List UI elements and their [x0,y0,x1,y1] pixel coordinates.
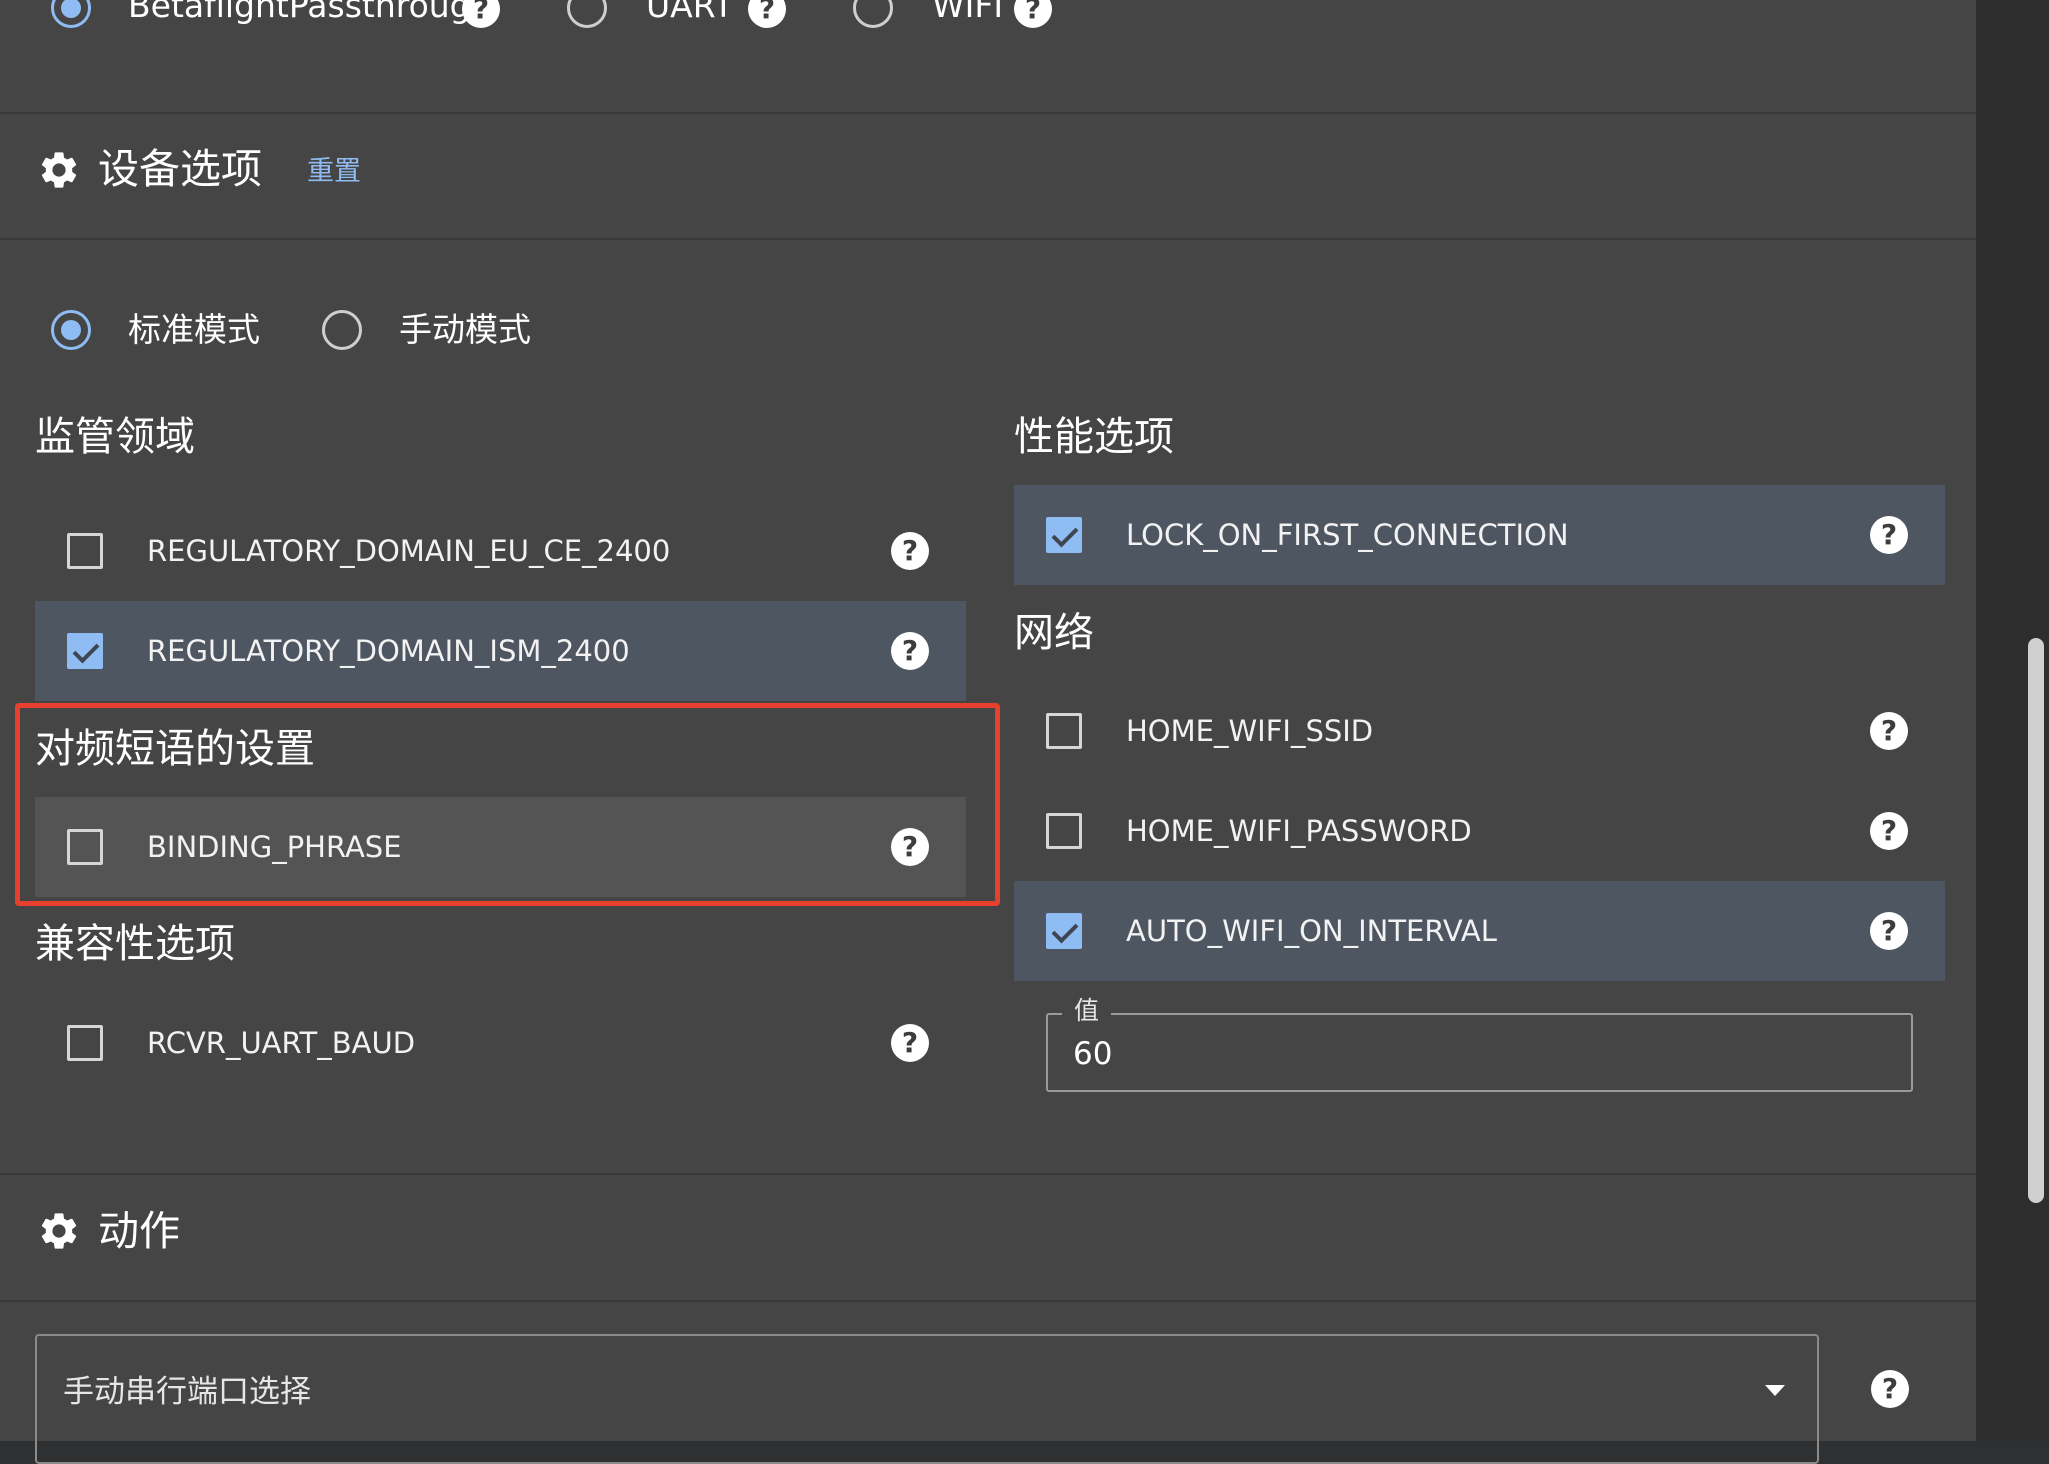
radio-uart[interactable] [567,0,607,28]
checkbox-eu-ce-2400[interactable] [67,533,103,569]
actions-title: 动作 [98,1207,180,1255]
option-label: REGULATORY_DOMAIN_ISM_2400 [147,634,630,668]
option-label: AUTO_WIFI_ON_INTERVAL [1126,914,1497,948]
radio-standard-mode[interactable] [51,310,91,350]
radio-betaflight-passthrough-label: BetaflightPassthrough [128,0,492,25]
option-row-rcvr-uart-baud[interactable]: RCVR_UART_BAUD ? [35,993,966,1093]
option-row-ism-2400[interactable]: REGULATORY_DOMAIN_ISM_2400 ? [35,601,966,701]
help-icon[interactable]: ? [1870,516,1908,554]
gear-icon [41,152,77,188]
radio-manual-mode[interactable] [322,310,362,350]
option-label: RCVR_UART_BAUD [147,1026,416,1060]
divider [0,1173,1976,1175]
help-icon[interactable]: ? [1014,0,1052,28]
help-icon[interactable]: ? [1870,712,1908,750]
option-row-eu-ce-2400[interactable]: REGULATORY_DOMAIN_EU_CE_2400 ? [35,501,966,601]
device-options-title: 设备选项 [98,145,262,193]
divider [0,1300,1976,1302]
highlight-box [15,703,1000,906]
help-icon[interactable]: ? [748,0,786,28]
reset-link[interactable]: 重置 [307,155,361,189]
radio-betaflight-passthrough[interactable] [51,0,91,28]
option-row-home-wifi-password[interactable]: HOME_WIFI_PASSWORD ? [1014,781,1945,881]
compatibility-title: 兼容性选项 [35,921,235,967]
option-row-lock-on-first-connection[interactable]: LOCK_ON_FIRST_CONNECTION ? [1014,485,1945,585]
checkbox-rcvr-uart-baud[interactable] [67,1025,103,1061]
value-input-label: 值 [1062,995,1112,1027]
radio-wifi-label: WIFI [932,0,1004,25]
checkbox-auto-wifi-on-interval[interactable] [1046,913,1082,949]
chevron-down-icon[interactable] [1765,1385,1785,1396]
help-icon[interactable]: ? [891,1024,929,1062]
help-icon[interactable]: ? [1871,1370,1909,1408]
option-label: REGULATORY_DOMAIN_EU_CE_2400 [147,534,671,568]
value-input-value: 60 [1073,1036,1113,1072]
radio-manual-mode-label: 手动模式 [399,310,531,349]
radio-uart-label: UART [646,0,734,25]
help-icon[interactable]: ? [1870,912,1908,950]
option-row-auto-wifi-on-interval[interactable]: AUTO_WIFI_ON_INTERVAL ? [1014,881,1945,981]
option-label: HOME_WIFI_SSID [1126,714,1374,748]
option-row-home-wifi-ssid[interactable]: HOME_WIFI_SSID ? [1014,681,1945,781]
help-icon[interactable]: ? [891,532,929,570]
checkbox-home-wifi-password[interactable] [1046,813,1082,849]
network-title: 网络 [1014,610,1094,656]
option-label: HOME_WIFI_PASSWORD [1126,814,1472,848]
checkbox-lock-on-first-connection[interactable] [1046,517,1082,553]
value-input[interactable] [1046,1013,1913,1092]
gear-icon [41,1213,77,1249]
help-icon[interactable]: ? [891,632,929,670]
checkbox-home-wifi-ssid[interactable] [1046,713,1082,749]
divider [0,112,1976,114]
divider [0,238,1976,240]
radio-standard-mode-label: 标准模式 [128,310,260,349]
checkbox-ism-2400[interactable] [67,633,103,669]
performance-title: 性能选项 [1014,414,1174,460]
help-icon[interactable]: ? [1870,812,1908,850]
radio-wifi[interactable] [853,0,893,28]
page: BetaflightPassthrough ? UART ? WIFI ? 设备… [0,0,2049,1464]
scrollbar-thumb[interactable] [2028,638,2044,1203]
serial-port-select-placeholder: 手动串行端口选择 [63,1374,311,1410]
regulatory-domain-title: 监管领域 [35,414,195,460]
option-label: LOCK_ON_FIRST_CONNECTION [1126,518,1569,552]
